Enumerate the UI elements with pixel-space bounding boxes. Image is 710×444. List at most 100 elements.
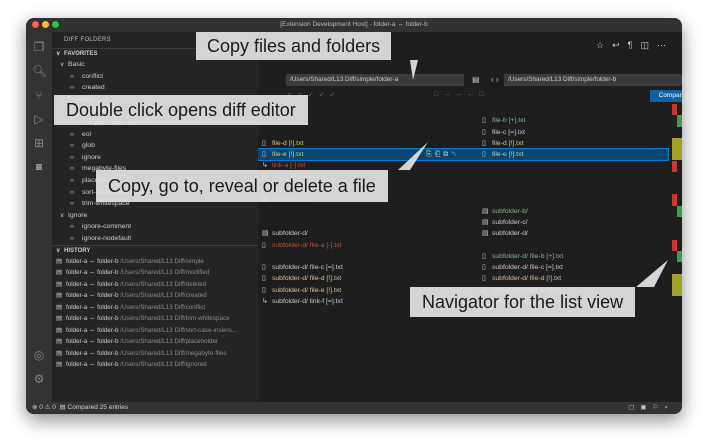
left-path-input[interactable]: /Users/Shared/L13 Diff/simple/folder-a — [286, 74, 464, 86]
diff-folders-icon[interactable]: ≡ — [32, 160, 46, 174]
favorite-group[interactable]: ∨ Ignore — [52, 210, 258, 222]
file-name: file-c [=].txt — [492, 128, 526, 136]
right-file-entry[interactable]: ▯ subfolder-d/ file-b [+].txt — [482, 251, 563, 262]
favorite-item[interactable]: ‹› glob — [52, 140, 258, 152]
diff-list: ▯ file-b [+].txt ▯ file-c [=].txt ▯ file-d [!… — [258, 104, 669, 307]
window-title: [Extension Development Host] - folder-a … — [280, 21, 428, 28]
right-path-input[interactable]: /Users/Shared/L13 Diff/simple/folder-b — [504, 74, 682, 86]
favorite-item[interactable]: ‹› ignore-comment — [52, 221, 258, 233]
left-file-entry[interactable]: ▯ subfolder-d/ file-e [!].txt — [262, 285, 341, 296]
files-icon[interactable]: ❐ — [32, 40, 46, 54]
history-section-header[interactable]: ∨ HISTORY — [52, 244, 258, 256]
right-file-entry[interactable]: ▯ file-c [=].txt — [482, 127, 525, 138]
copy-file-icon[interactable]: ⎘ — [426, 151, 435, 158]
favorite-item-label: ignore-nodefault — [82, 234, 132, 242]
right-file-entry[interactable]: ▤ subfolder-d/ — [482, 228, 528, 239]
diff-view: ☆↩¶◫⋯ /Users/Shared/L13 Diff/simple/fold… — [258, 32, 682, 402]
right-file-entry[interactable]: ▯ file-e [!].txt — [482, 149, 523, 160]
favorite-diff-icon: ‹› — [70, 177, 74, 184]
history-item[interactable]: ▤ folder-a ⇔ folder-b /Users/Shared/L13 D… — [52, 336, 258, 348]
diff-row[interactable]: ▯ file-c [=].txt — [258, 127, 668, 138]
history-item-path: /Users/Shared/L13 Diff/created — [120, 292, 207, 299]
source-control-icon[interactable]: ⑂ — [32, 88, 46, 102]
file-name: file-d [!].txt — [272, 139, 304, 147]
history-list: ▤ folder-a ⇔ folder-b /Users/Shared/L13 D… — [52, 256, 258, 371]
diff-row[interactable]: ▤ subfolder-c/ — [258, 217, 668, 228]
right-file-entry[interactable]: ▯ file-b [+].txt — [482, 115, 525, 126]
compared-count: Compared 25 entries — [67, 404, 129, 411]
diff-row[interactable]: ▯ file-d [!].txt ▯ file-d [!].txt — [258, 138, 668, 149]
left-file-entry[interactable]: ▯ subfolder-d/ file-c [=].txt — [262, 262, 343, 273]
history-item-label: folder-a ⇔ folder-b — [66, 292, 119, 299]
diff-row[interactable]: ▯ subfolder-d/ file-a [-].txt — [258, 240, 668, 251]
left-file-entry[interactable]: ↳ subfolder-d/ link-f [=].txt — [262, 296, 343, 307]
favorite-item[interactable]: ‹› created — [52, 82, 258, 94]
folder-open-icon[interactable]: ▤ — [472, 74, 480, 86]
search-icon[interactable]: 🔍︎ — [32, 64, 47, 78]
diff-row[interactable]: ▯ subfolder-d/ file-d [!].txt ▯ subfolder-d… — [258, 273, 668, 284]
left-file-entry[interactable]: ▯ file-e [!].txt — [262, 149, 303, 160]
run-debug-icon[interactable]: ▷ — [32, 112, 46, 126]
left-file-entry[interactable]: ▤ subfolder-d/ — [262, 228, 308, 239]
history-item[interactable]: ▤ folder-a ⇔ folder-b /Users/Shared/L13 D… — [52, 359, 258, 371]
history-item[interactable]: ▤ folder-a ⇔ folder-b /Users/Shared/L13 D… — [52, 302, 258, 314]
account-icon[interactable]: ◎ — [32, 348, 46, 362]
status-left[interactable]: ⊗ 0 ⚠ 0 ▤ Compared 25 entries — [32, 402, 128, 414]
row-action-icons[interactable]: ⎘⎗⧉␡ — [426, 149, 460, 160]
right-file-entry[interactable]: ▤ subfolder-b/ — [482, 206, 528, 217]
extensions-icon[interactable]: ⊞ — [32, 136, 46, 150]
diff-row[interactable]: ▯ subfolder-d/ file-c [=].txt ▯ subfolder-d… — [258, 262, 668, 273]
right-file-entry[interactable]: ▯ file-d [!].txt — [482, 138, 523, 149]
favorite-item[interactable]: ‹› ignore-nodefault — [52, 233, 258, 245]
favorite-item[interactable]: ‹› eol — [52, 129, 258, 141]
diff-row[interactable]: ▯ file-e [!].txt ▯ file-e [!].txt ⎘⎗⧉␡ — [258, 148, 669, 162]
right-file-entry[interactable]: ▤ subfolder-c/ — [482, 217, 528, 228]
left-file-entry[interactable]: ▯ subfolder-d/ file-d [!].txt — [262, 273, 341, 284]
file-icon: ▯ — [482, 252, 486, 260]
history-item-label: folder-a ⇔ folder-b — [66, 326, 119, 334]
file-name: subfolder-d/ file-c [=].txt — [272, 264, 343, 272]
swap-paths-icon[interactable]: ‹ › — [491, 74, 499, 86]
file-name: subfolder-d/ file-a [-].txt — [272, 241, 342, 249]
file-icon: ▯ — [262, 241, 266, 249]
delete-file-icon[interactable]: ␡ — [451, 151, 460, 158]
history-item[interactable]: ▤ folder-a ⇔ folder-b /Users/Shared/L13 D… — [52, 313, 258, 325]
compare-button[interactable]: Compare — [650, 90, 682, 102]
diff-row[interactable] — [258, 104, 668, 115]
favorite-item[interactable]: ‹› ignore — [52, 152, 258, 164]
diff-row[interactable]: ▤ subfolder-d/ ▤ subfolder-d/ — [258, 228, 668, 239]
file-icon: ↳ — [262, 298, 268, 306]
settings-gear-icon[interactable]: ⚙ — [32, 372, 46, 386]
file-name: subfolder-b/ — [492, 207, 528, 215]
right-file-entry[interactable]: ▯ subfolder-d/ file-d [!].txt — [482, 273, 561, 284]
copy-actions-toolbar[interactable]: □→↔←□ — [434, 91, 488, 98]
history-compare-icon: ▤ — [56, 349, 62, 357]
file-name: file-b [+].txt — [492, 117, 526, 125]
left-file-entry[interactable]: ▯ subfolder-d/ file-a [-].txt — [262, 240, 342, 251]
diff-row[interactable]: ▯ subfolder-d/ file-b [+].txt — [258, 251, 668, 262]
favorite-group[interactable]: ∨ Basic — [52, 59, 258, 71]
history-item[interactable]: ▤ folder-a ⇔ folder-b /Users/Shared/L13 D… — [52, 267, 258, 279]
file-name: subfolder-d/ file-e [!].txt — [272, 286, 342, 294]
right-file-entry[interactable]: ▯ subfolder-d/ file-c [=].txt — [482, 262, 563, 273]
history-compare-icon: ▤ — [56, 280, 62, 288]
history-item[interactable]: ▤ folder-a ⇔ folder-b /Users/Shared/L13 D… — [52, 325, 258, 337]
history-item[interactable]: ▤ folder-a ⇔ folder-b /Users/Shared/L13 D… — [52, 348, 258, 360]
problems-count[interactable]: ⊗ 0 ⚠ 0 — [32, 404, 56, 411]
left-file-entry[interactable]: ▯ file-d [!].txt — [262, 138, 303, 149]
list-navigator[interactable] — [672, 104, 682, 304]
favorite-item[interactable]: ‹› conflict — [52, 71, 258, 83]
callout-double-click: Double click opens diff editor — [54, 95, 308, 125]
diff-row[interactable]: ▤ subfolder-b/ — [258, 206, 668, 217]
file-name: subfolder-d/ link-f [=].txt — [272, 298, 343, 306]
go-to-file-icon[interactable]: ⎗ — [435, 151, 444, 158]
editor-action-icons[interactable]: ☆↩¶◫⋯ — [596, 40, 674, 51]
history-item-label: folder-a ⇔ folder-b — [66, 315, 119, 322]
diff-row[interactable]: ▯ file-b [+].txt — [258, 115, 668, 126]
history-item[interactable]: ▤ folder-a ⇔ folder-b /Users/Shared/L13 D… — [52, 279, 258, 291]
status-right-icons[interactable]: ▢▣⚐⌕ — [628, 402, 674, 414]
history-item[interactable]: ▤ folder-a ⇔ folder-b /Users/Shared/L13 D… — [52, 290, 258, 302]
history-compare-icon: ▤ — [56, 326, 62, 334]
favorite-item-label: eol — [82, 130, 92, 138]
history-item[interactable]: ▤ folder-a ⇔ folder-b /Users/Shared/L13 D… — [52, 256, 258, 268]
